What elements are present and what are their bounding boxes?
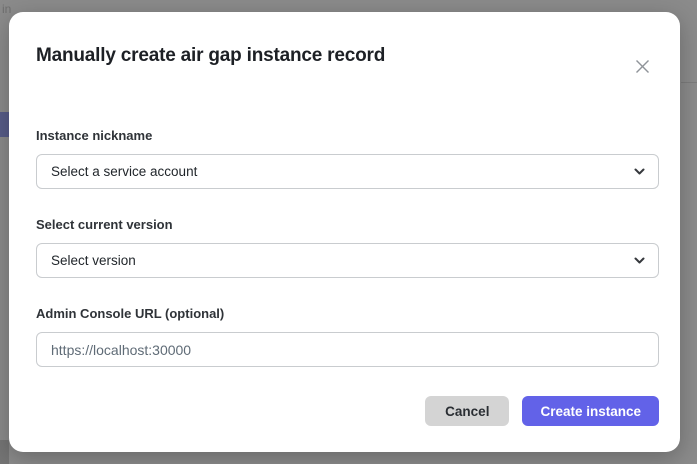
create-air-gap-instance-modal: Manually create air gap instance record …: [9, 12, 680, 452]
background-divider-line: [681, 82, 697, 83]
modal-button-row: Cancel Create instance: [36, 396, 659, 426]
service-account-select[interactable]: Select a service account: [36, 154, 659, 189]
background-clipped-text: in: [2, 2, 11, 16]
modal-title: Manually create air gap instance record: [36, 44, 659, 67]
cancel-button[interactable]: Cancel: [425, 396, 509, 426]
field-admin-console-url: Admin Console URL (optional): [36, 306, 659, 367]
field-current-version: Select current version Select version: [36, 217, 659, 278]
version-select[interactable]: Select version: [36, 243, 659, 278]
form-area: Instance nickname Select a service accou…: [36, 128, 659, 426]
close-icon: [635, 59, 650, 74]
current-version-label: Select current version: [36, 217, 659, 233]
close-button[interactable]: [628, 52, 656, 80]
field-instance-nickname: Instance nickname Select a service accou…: [36, 128, 659, 189]
background-left-bar: [0, 112, 9, 137]
admin-console-url-label: Admin Console URL (optional): [36, 306, 659, 322]
admin-console-url-input[interactable]: [36, 332, 659, 367]
background-left-bar-bottom: [0, 440, 9, 464]
create-instance-button[interactable]: Create instance: [522, 396, 659, 426]
instance-nickname-label: Instance nickname: [36, 128, 659, 144]
